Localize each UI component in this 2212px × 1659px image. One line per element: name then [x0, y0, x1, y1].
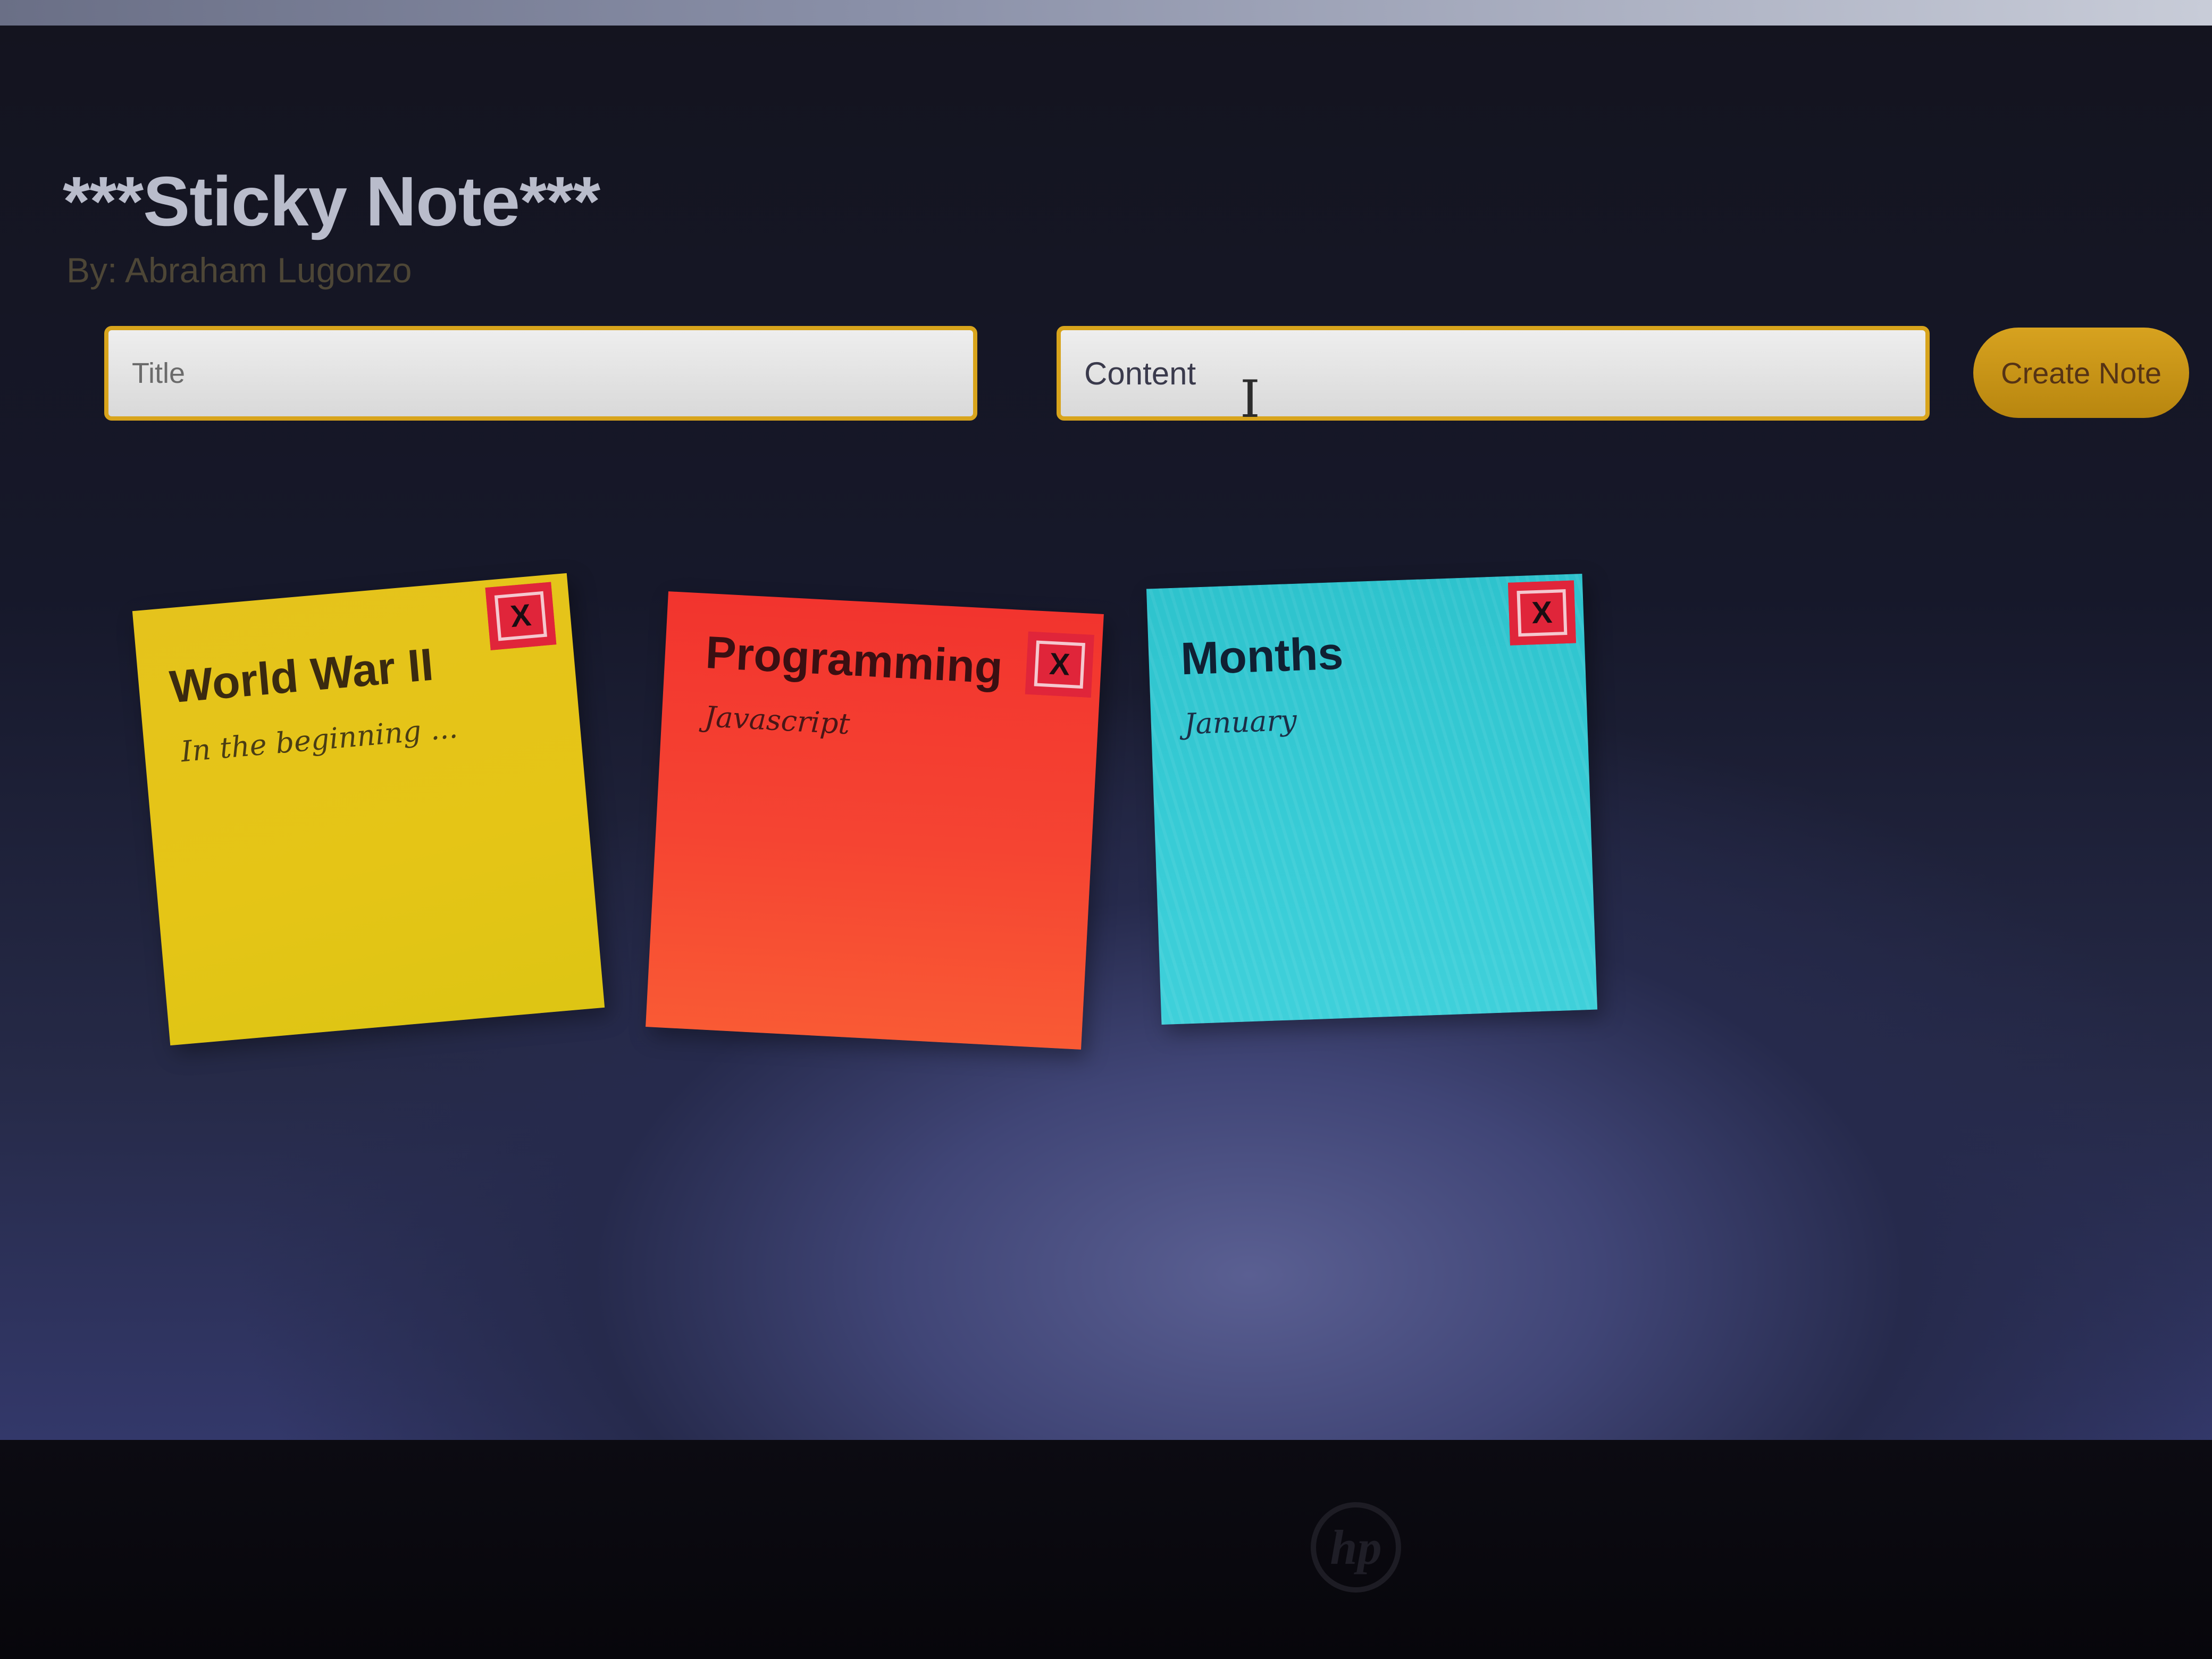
- note-title: Months: [1179, 627, 1344, 685]
- title-input[interactable]: [104, 326, 977, 421]
- laptop-bezel: [0, 1440, 2212, 1659]
- app-screen: ***Sticky Note*** By: Abraham Lugonzo I …: [0, 26, 2212, 1440]
- delete-note-button[interactable]: X: [485, 582, 557, 650]
- hp-logo-icon: hp: [1311, 1502, 1401, 1593]
- sticky-note-world-war-ii[interactable]: World War II In the beginning ... X: [132, 573, 605, 1046]
- note-title: Programming: [704, 626, 1004, 694]
- text-cursor-icon: I: [1240, 370, 1260, 429]
- note-content: January: [1183, 703, 1297, 741]
- note-content: In the beginning ...: [179, 710, 459, 769]
- note-content: Javascript: [703, 700, 851, 741]
- sticky-note-months[interactable]: Months January X: [1146, 573, 1598, 1025]
- author-subtitle: By: Abraham Lugonzo: [66, 250, 412, 290]
- photo-frame: ***Sticky Note*** By: Abraham Lugonzo I …: [0, 0, 2212, 1659]
- sticky-note-programming[interactable]: Programming Javascript X: [646, 591, 1104, 1050]
- delete-note-button[interactable]: X: [1507, 580, 1576, 646]
- delete-note-button[interactable]: X: [1025, 631, 1094, 698]
- create-note-button[interactable]: Create Note: [1973, 328, 2189, 418]
- browser-top-strip: [0, 0, 2212, 26]
- page-title: ***Sticky Note***: [63, 162, 600, 240]
- content-input[interactable]: [1057, 326, 1930, 421]
- note-title: World War II: [167, 639, 435, 713]
